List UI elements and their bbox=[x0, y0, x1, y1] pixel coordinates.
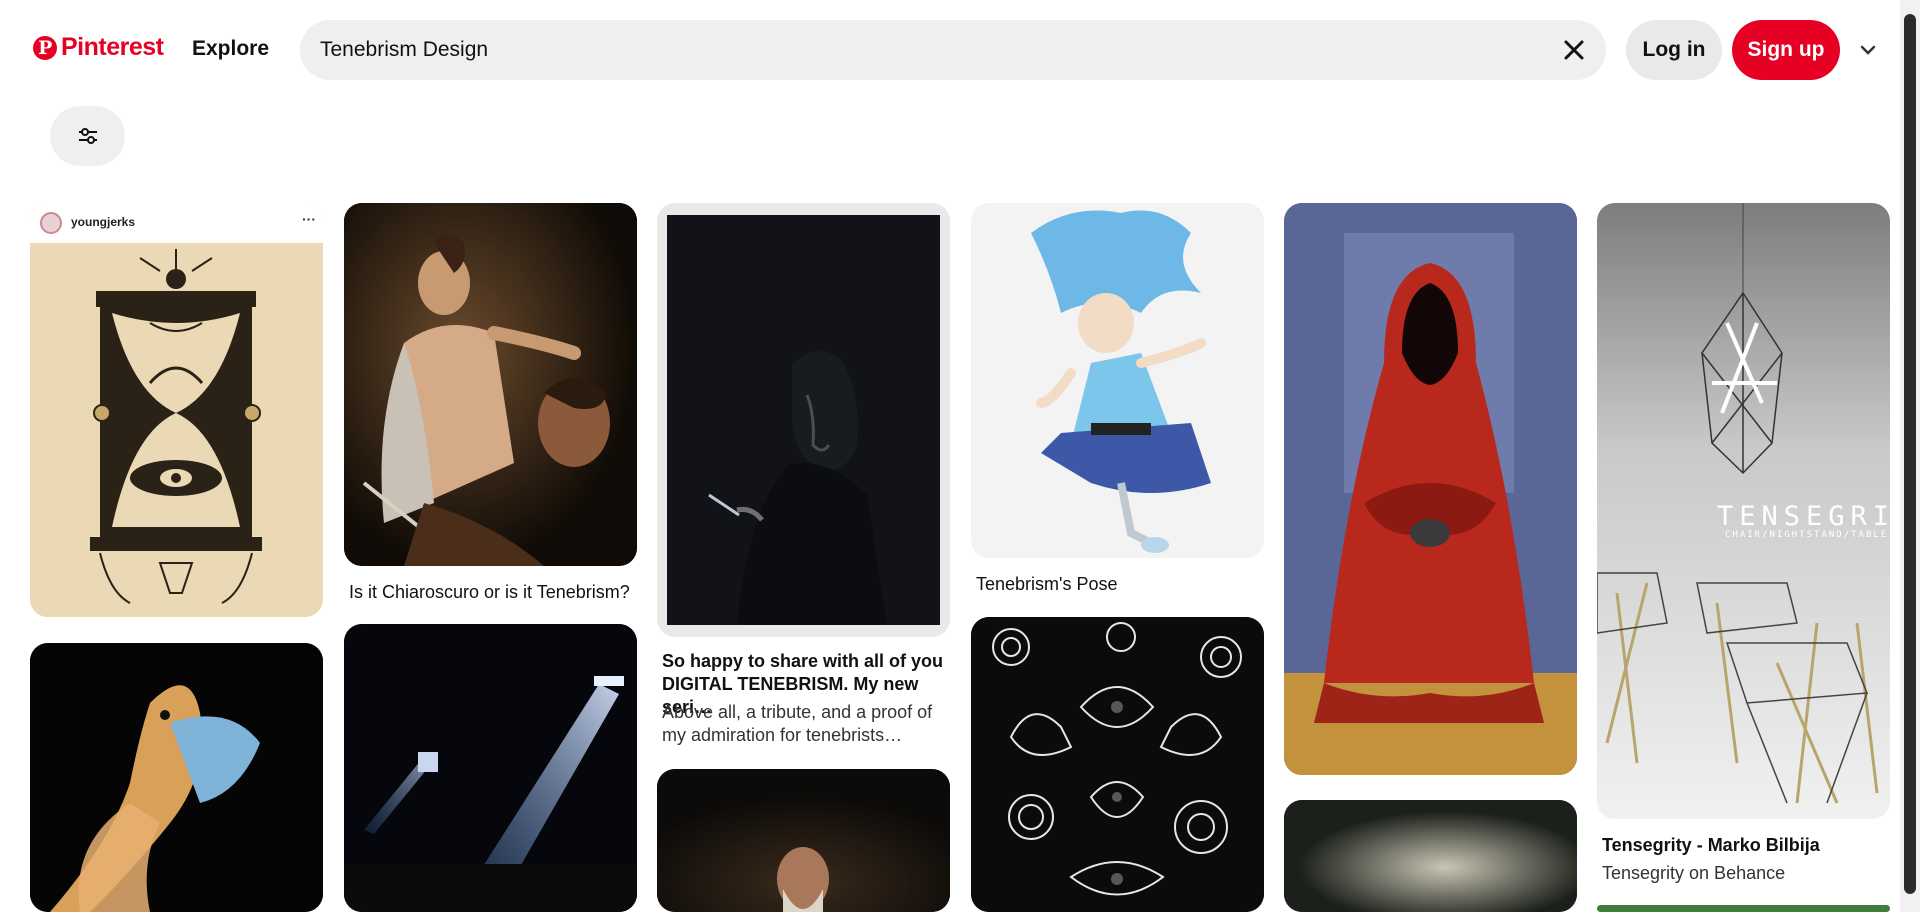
more-options-icon[interactable]: ··· bbox=[302, 211, 316, 227]
pinterest-logo[interactable]: P Pinterest bbox=[33, 33, 164, 62]
signup-button[interactable]: Sign up bbox=[1732, 20, 1840, 80]
pin-image[interactable] bbox=[1597, 905, 1890, 912]
pin-image[interactable] bbox=[1284, 800, 1577, 912]
avatar bbox=[40, 212, 62, 234]
search-input[interactable] bbox=[320, 20, 1520, 80]
pin-title[interactable]: Tenebrism's Pose bbox=[976, 573, 1259, 596]
old-man-painting bbox=[657, 769, 950, 912]
filter-button[interactable] bbox=[50, 106, 125, 166]
red-cloaked-figure-painting bbox=[1284, 203, 1577, 775]
pin-image[interactable] bbox=[344, 624, 637, 912]
pin-image[interactable] bbox=[344, 203, 637, 566]
search-bar[interactable] bbox=[300, 20, 1606, 80]
page-scrollbar[interactable] bbox=[1900, 0, 1920, 912]
pin-image[interactable] bbox=[30, 643, 323, 912]
betta-fish-photo bbox=[30, 643, 323, 912]
tensegrity-image-title: TENSEGRITY bbox=[1717, 501, 1890, 532]
pin-image[interactable]: TENSEGRITY CHAIR/NIGHTSTAND/TABLE bbox=[1597, 203, 1890, 819]
pin-image[interactable] bbox=[971, 203, 1264, 558]
header: P Pinterest Explore Log in Sign up bbox=[0, 0, 1900, 100]
scrollbar-thumb[interactable] bbox=[1904, 14, 1916, 894]
explore-link[interactable]: Explore bbox=[192, 37, 269, 61]
light-rays-photo bbox=[344, 624, 637, 912]
tensegrity-image-subtitle: CHAIR/NIGHTSTAND/TABLE bbox=[1725, 530, 1889, 540]
pin-author: youngjerks bbox=[71, 215, 136, 229]
login-button[interactable]: Log in bbox=[1626, 20, 1722, 80]
chevron-down-icon[interactable] bbox=[1856, 38, 1880, 62]
dark-portrait-photo bbox=[667, 215, 940, 625]
pin-image[interactable] bbox=[657, 769, 950, 912]
caravaggio-painting bbox=[344, 203, 637, 566]
pin-image[interactable] bbox=[1284, 203, 1577, 775]
anime-character-illustration bbox=[971, 203, 1264, 558]
pin-description: Above all, a tribute, and a proof of my … bbox=[662, 702, 933, 745]
pin-image[interactable]: youngjerks ··· bbox=[30, 203, 323, 617]
misty-forest-photo bbox=[1284, 800, 1577, 912]
tattoo-flash-pattern bbox=[971, 617, 1264, 912]
pin-image[interactable] bbox=[657, 203, 950, 637]
pin-title[interactable]: Is it Chiaroscuro or is it Tenebrism? bbox=[349, 581, 632, 604]
pin-image[interactable] bbox=[971, 617, 1264, 912]
logo-text: Pinterest bbox=[61, 33, 164, 61]
pin-description: Tensegrity on Behance bbox=[1602, 863, 1786, 883]
hourglass-illustration bbox=[30, 243, 323, 617]
filter-icon bbox=[78, 128, 97, 144]
pin-title[interactable]: Tensegrity - Marko Bilbija bbox=[1602, 834, 1885, 857]
pinterest-logo-icon: P bbox=[33, 35, 57, 60]
clear-search-icon[interactable] bbox=[1558, 34, 1590, 66]
